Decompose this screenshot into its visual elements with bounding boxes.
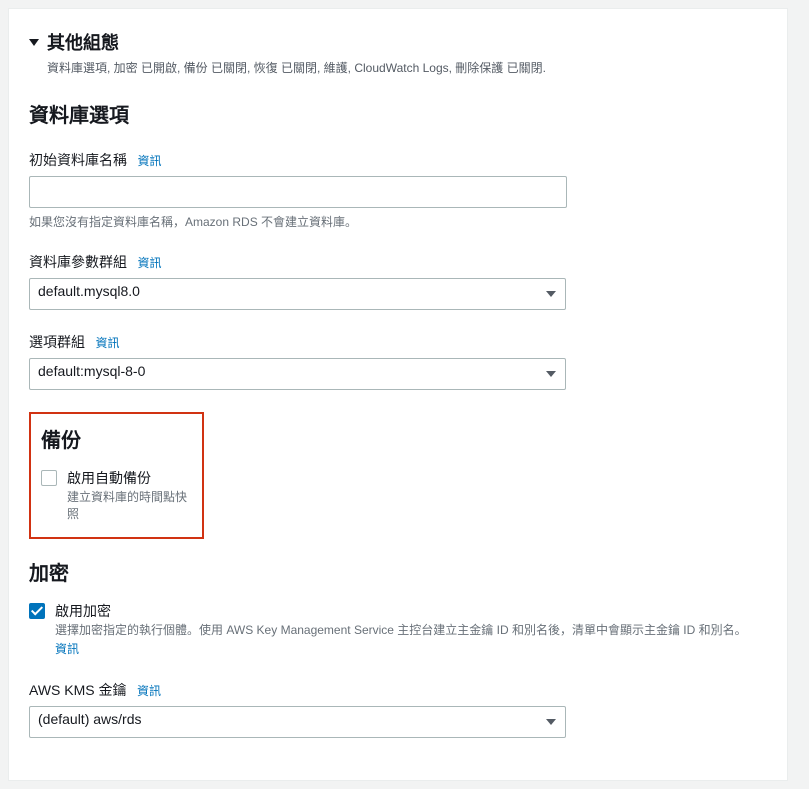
enable-encryption-row: 啟用加密 選擇加密指定的執行個體。使用 AWS Key Management S… — [29, 602, 767, 658]
initial-db-name-info-link[interactable]: 資訊 — [137, 154, 161, 168]
additional-config-panel: 其他組態 資料庫選項, 加密 已開啟, 備份 已關閉, 恢復 已關閉, 維護, … — [8, 8, 788, 781]
enable-backup-row: 啟用自動備份 建立資料庫的時間點快照 — [41, 469, 192, 523]
kms-key-label: AWS KMS 金鑰 — [29, 680, 127, 700]
backup-heading: 備份 — [41, 424, 192, 453]
initial-db-name-helper: 如果您沒有指定資料庫名稱，Amazon RDS 不會建立資料庫。 — [29, 213, 767, 230]
encryption-heading: 加密 — [29, 557, 767, 586]
kms-key-info-link[interactable]: 資訊 — [137, 684, 161, 698]
db-options-heading: 資料庫選項 — [29, 99, 767, 128]
backup-highlight-box: 備份 啟用自動備份 建立資料庫的時間點快照 — [29, 412, 204, 539]
enable-encryption-checkbox[interactable] — [29, 603, 45, 619]
encryption-section: 加密 啟用加密 選擇加密指定的執行個體。使用 AWS Key Managemen… — [29, 557, 767, 738]
param-group-field: 資料庫參數群組 資訊 default.mysql8.0 — [29, 252, 767, 310]
enable-encryption-label: 啟用加密 — [55, 602, 767, 620]
kms-key-select[interactable]: (default) aws/rds — [29, 706, 566, 738]
collapsible-header[interactable]: 其他組態 — [29, 29, 767, 55]
enable-backup-desc: 建立資料庫的時間點快照 — [67, 489, 192, 523]
param-group-info-link[interactable]: 資訊 — [137, 256, 161, 270]
panel-subtitle: 資料庫選項, 加密 已開啟, 備份 已關閉, 恢復 已關閉, 維護, Cloud… — [47, 59, 767, 77]
param-group-label: 資料庫參數群組 — [29, 252, 127, 272]
kms-key-field: AWS KMS 金鑰 資訊 (default) aws/rds — [29, 680, 767, 738]
option-group-field: 選項群組 資訊 default:mysql-8-0 — [29, 332, 767, 390]
option-group-info-link[interactable]: 資訊 — [95, 336, 119, 350]
initial-db-name-label: 初始資料庫名稱 — [29, 150, 127, 170]
option-group-select[interactable]: default:mysql-8-0 — [29, 358, 566, 390]
param-group-select[interactable]: default.mysql8.0 — [29, 278, 566, 310]
enable-backup-checkbox[interactable] — [41, 470, 57, 486]
caret-down-icon — [29, 39, 39, 46]
initial-db-name-input[interactable] — [29, 176, 567, 208]
enable-encryption-info-link[interactable]: 資訊 — [55, 641, 767, 658]
enable-backup-label: 啟用自動備份 — [67, 469, 192, 487]
panel-title: 其他組態 — [47, 29, 119, 55]
option-group-label: 選項群組 — [29, 332, 85, 352]
initial-db-name-field: 初始資料庫名稱 資訊 如果您沒有指定資料庫名稱，Amazon RDS 不會建立資… — [29, 150, 767, 230]
enable-encryption-desc: 選擇加密指定的執行個體。使用 AWS Key Management Servic… — [55, 623, 747, 637]
